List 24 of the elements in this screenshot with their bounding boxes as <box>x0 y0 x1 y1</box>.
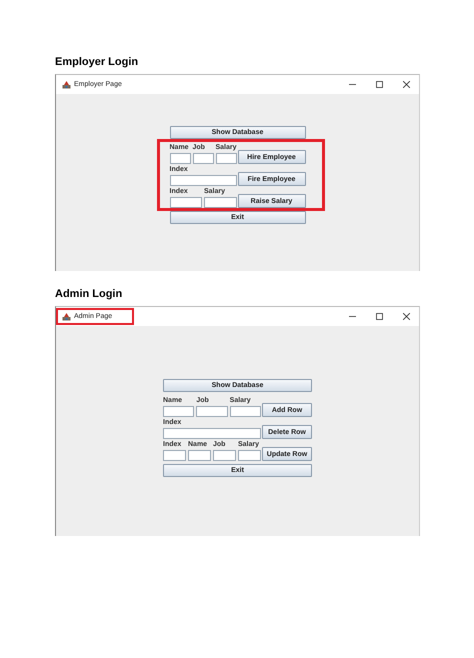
input-field[interactable] <box>238 450 261 461</box>
input-field[interactable] <box>170 153 190 164</box>
input-field[interactable] <box>230 406 261 417</box>
input-field[interactable] <box>163 428 261 439</box>
section-heading: Employer Login <box>55 56 140 69</box>
input-field[interactable] <box>192 153 214 164</box>
input-field[interactable] <box>213 450 236 461</box>
input-field[interactable] <box>163 406 194 417</box>
maximize-icon[interactable] <box>376 313 383 320</box>
app-icon <box>62 80 71 89</box>
input-field[interactable] <box>188 450 211 461</box>
close-icon[interactable] <box>403 81 410 88</box>
input-field[interactable] <box>216 153 236 164</box>
input-field[interactable] <box>204 197 236 208</box>
minimize-icon[interactable] <box>349 313 356 320</box>
input-field[interactable] <box>170 175 236 186</box>
minimize-icon[interactable] <box>349 81 356 88</box>
app-icon <box>62 312 71 321</box>
maximize-icon[interactable] <box>376 81 383 88</box>
input-field[interactable] <box>196 406 228 417</box>
input-field[interactable] <box>170 197 202 208</box>
close-icon[interactable] <box>403 313 410 320</box>
input-field[interactable] <box>163 450 186 461</box>
section-heading: Admin Login <box>55 288 124 301</box>
